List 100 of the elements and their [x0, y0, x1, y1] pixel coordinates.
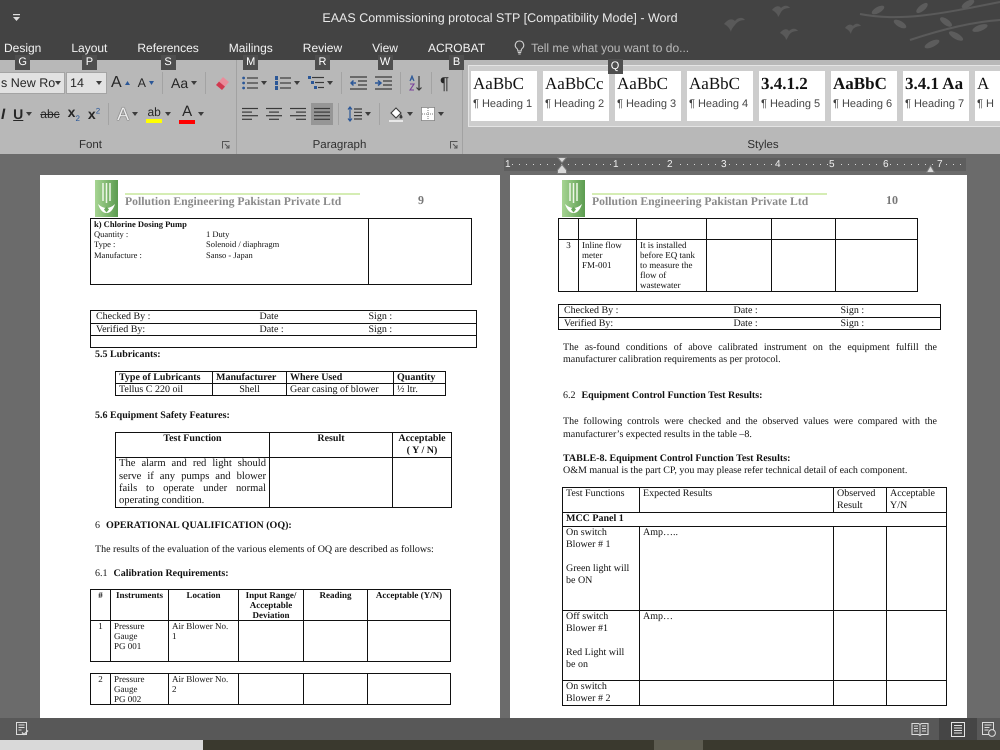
print-layout-button[interactable] — [939, 718, 977, 740]
table-cell: 2 — [90, 674, 110, 705]
section-heading: OPERATIONAL QUALIFICATION (OQ): — [106, 520, 292, 532]
style-tile[interactable]: A ¶ H — [975, 71, 1000, 121]
show-marks-button[interactable]: ¶ — [437, 72, 452, 94]
section-heading: Calibration Requirements: — [114, 568, 229, 580]
sort-icon — [409, 75, 423, 91]
document-check-icon[interactable] — [16, 722, 29, 736]
style-tile[interactable]: AaBbC ¶ Heading 3 — [615, 71, 681, 121]
table-cell: Sign : — [840, 304, 940, 317]
paragraph: The as-found conditions of above calibrated instrument on the equipment fulfill the manufacturer calibration requirements as per protocol. — [562, 342, 938, 366]
change-case-button[interactable]: Aa — [168, 72, 200, 94]
style-tile[interactable]: AaBbCc ¶ Heading 2 — [543, 71, 609, 121]
caret-icon — [132, 112, 138, 116]
table-cell: Checked By : — [558, 304, 734, 317]
spec-value: 1 Duty — [206, 229, 230, 240]
spec-value: Sanso - Japan — [206, 250, 253, 260]
strikethrough-button[interactable]: abc — [37, 103, 63, 125]
align-left-icon — [242, 107, 258, 121]
bullets-icon — [242, 76, 258, 90]
table-cell: Sign : — [368, 310, 476, 323]
style-tile[interactable]: AaBbC ¶ Heading 1 — [471, 71, 537, 121]
table-cell: Gear casing of blower — [286, 384, 394, 396]
column-header: Result — [270, 432, 392, 458]
caret-icon — [365, 112, 371, 116]
justify-icon — [314, 107, 330, 121]
tell-me-field[interactable]: Tell me what you want to do... — [531, 38, 700, 56]
style-tile[interactable]: 3.4.1.2 ¶ Heading 5 — [759, 71, 825, 121]
underline-button[interactable]: U — [10, 103, 36, 125]
numbering-icon — [275, 76, 291, 90]
grow-font-button[interactable]: A — [108, 72, 133, 94]
column-header: # — [90, 590, 110, 621]
font-color-button[interactable]: A — [176, 103, 208, 125]
column-header: Type of Lubricants — [116, 372, 212, 384]
key-tip: Q — [608, 58, 623, 74]
column-header: Expected Results — [640, 488, 834, 513]
section-number: 6 — [95, 520, 100, 532]
shrink-font-button[interactable]: A — [134, 72, 158, 94]
group-label: Paragraph — [312, 139, 366, 151]
superscript-button[interactable]: x$^{2}$ — [84, 103, 104, 125]
column-header: Quantity — [394, 372, 446, 384]
caret-icon — [327, 81, 333, 85]
table-cell: Air Blower No. 1 — [168, 620, 238, 662]
company-name: Pollution Engineering Pakistan Private Ltd — [125, 196, 342, 208]
dialog-launcher-icon[interactable] — [222, 141, 230, 149]
key-tip: W — [378, 55, 393, 70]
table-cell: 3 — [558, 240, 578, 292]
table-cell: MCC Panel 1 — [562, 512, 946, 526]
column-header: Acceptable Y/N — [886, 488, 946, 513]
customize-toolbar-icon[interactable] — [12, 14, 21, 22]
align-center-icon — [266, 107, 282, 121]
spec-label: Type : — [94, 239, 116, 250]
window-title: EAAS Commissioning protocal STP [Compatibility Mode] - Word — [322, 10, 678, 24]
highlight-button[interactable]: ab — [143, 103, 174, 125]
table-cell: Air Blower No. 2 — [168, 674, 238, 705]
table-cell: Shell — [212, 384, 286, 396]
table-cell: Tellus C 220 oil — [116, 384, 212, 396]
key-tip: M — [243, 55, 258, 70]
key-tip: S — [160, 55, 176, 70]
table-cell: On switch Blower # 2 — [562, 680, 640, 706]
table-cell: Sign : — [368, 323, 476, 336]
align-right-icon — [290, 107, 306, 121]
column-header: Observed Result — [834, 488, 886, 513]
caret-icon — [198, 112, 204, 116]
caret-icon — [191, 81, 198, 85]
section-number: 6.2 — [563, 390, 576, 402]
borders-icon — [421, 107, 435, 121]
justify-button[interactable] — [311, 103, 333, 125]
column-header: Input Range/ Acceptable Deviation — [238, 590, 304, 621]
caret-icon — [55, 81, 62, 85]
table-cell: Off switch Blower #1 Red Light will be on — [562, 610, 640, 680]
style-tile[interactable]: 3.4.1 Aa ¶ Heading 7 — [903, 71, 969, 121]
table-cell: ½ ltr. — [394, 384, 446, 396]
font-size-field[interactable]: 14 — [66, 72, 107, 94]
paragraph: The following controls were checked and the observed values were compared with the manufacturer’s expected results in the table –8. — [562, 416, 938, 441]
indent-marker-icon[interactable] — [557, 157, 567, 174]
subscript-button[interactable]: x$_{2}$ — [64, 103, 83, 125]
table-cell: 1 — [90, 620, 110, 662]
section-heading: 5.6 Equipment Safety Features: — [95, 410, 230, 422]
column-header: Acceptable ( Y / N) — [392, 432, 452, 458]
table-cell: Date : — [734, 317, 840, 330]
caret-icon — [26, 112, 32, 116]
caret-icon — [261, 81, 267, 85]
style-tile[interactable]: AaBbC ¶ Heading 6 — [831, 71, 897, 121]
spec-title: k) Chlorine Dosing Pump — [94, 219, 188, 229]
italic-button[interactable]: I — [0, 103, 8, 125]
caret-icon — [438, 112, 444, 116]
section-heading: Equipment Control Function Test Results: — [582, 390, 762, 402]
column-header: Location — [168, 590, 238, 621]
page-lines-icon — [951, 722, 965, 736]
spec-label: Quantity : — [94, 229, 128, 240]
dialog-launcher-icon[interactable] — [450, 141, 458, 149]
table-cell: It is installed before EQ tank to measure the flow of wastewater — [636, 240, 706, 292]
style-tile[interactable]: AaBbC ¶ Heading 4 — [687, 71, 753, 121]
column-header: Manufacturer — [212, 372, 286, 384]
eraser-icon — [214, 75, 232, 91]
font-name-field[interactable]: s New Ro — [0, 72, 65, 94]
open-book-icon — [911, 722, 929, 736]
group-label: Font — [78, 139, 102, 151]
down-triangle-icon — [149, 81, 154, 85]
